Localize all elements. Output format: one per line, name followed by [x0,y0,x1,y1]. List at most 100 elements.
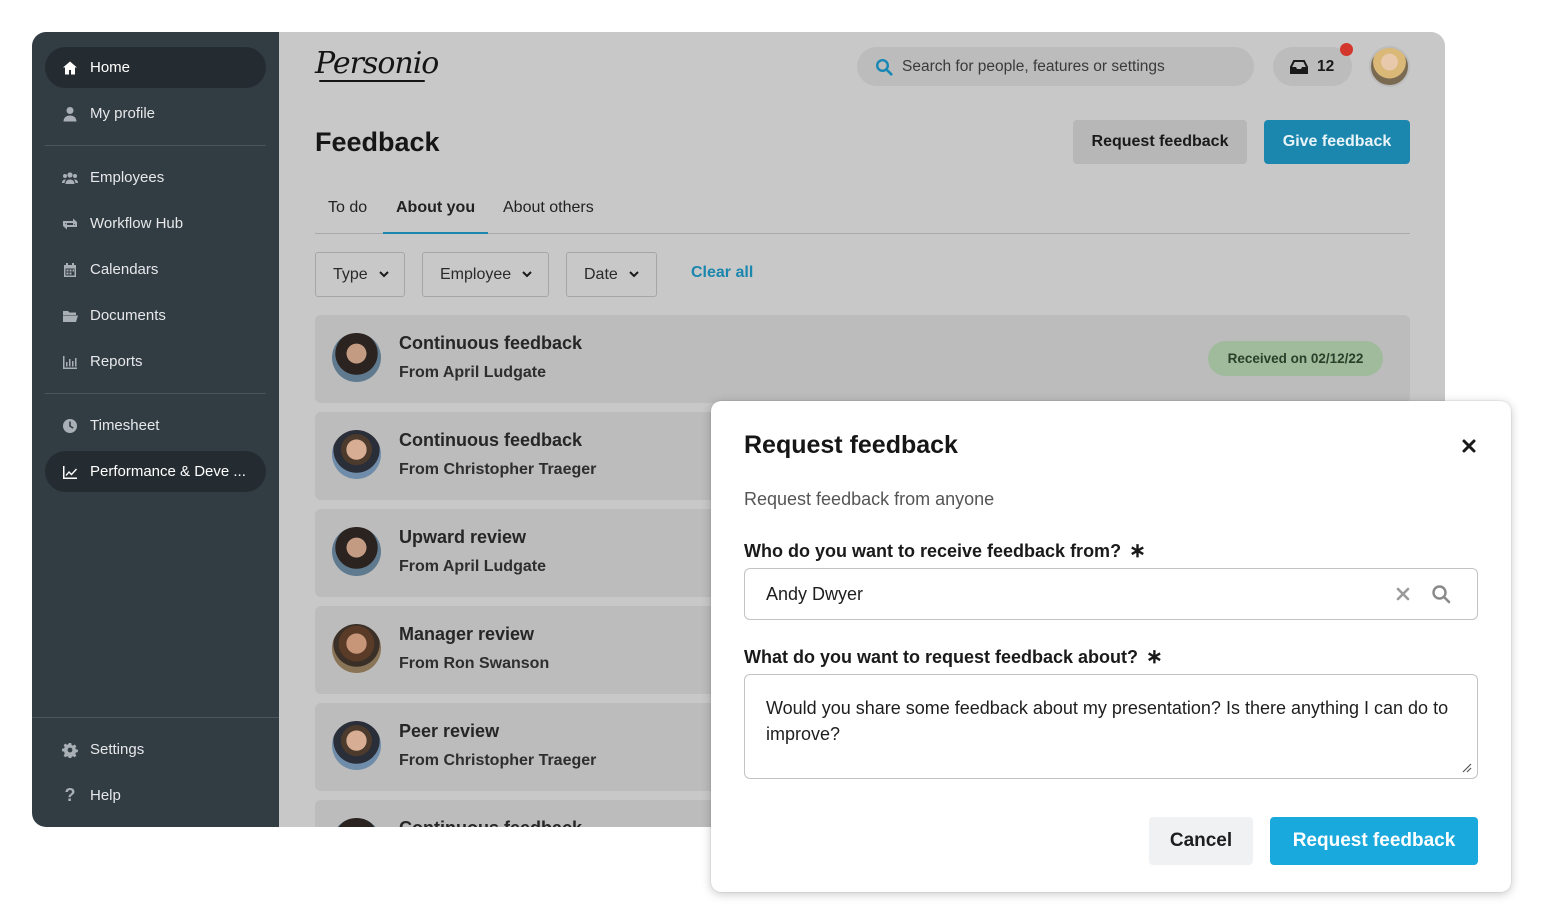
sidebar-item-label: Employees [90,169,165,186]
feedback-title: Continuous feedback [399,818,582,827]
clear-all-link[interactable]: Clear all [691,264,753,282]
inbox-count: 12 [1317,57,1335,75]
chevron-down-icon [378,271,389,278]
feedback-from: From Christopher Traeger [399,752,597,769]
inbox-icon [1290,59,1308,74]
feedback-title: Continuous feedback [399,333,583,353]
request-feedback-button[interactable]: Request feedback [1073,120,1247,164]
sidebar: Home My profile Employees Workflow Hub C… [32,32,279,827]
search-placeholder: Search for people, features or settings [902,57,1165,75]
status-badge: Received on 02/12/22 [1208,341,1383,376]
sidebar-item-timesheet[interactable]: Timesheet [45,405,266,446]
sidebar-item-label: Performance & Deve ... [90,463,246,480]
submit-request-button[interactable]: Request feedback [1270,817,1478,865]
user-avatar[interactable] [1369,46,1410,87]
sidebar-divider [32,717,279,718]
sidebar-divider [45,393,266,394]
feedback-from: From April Ludgate [399,558,546,575]
feedback-card[interactable]: Continuous feedback From April Ludgate R… [315,315,1410,403]
question-icon: ? [64,785,76,805]
sidebar-item-label: Reports [90,353,143,370]
give-feedback-button[interactable]: Give feedback [1264,120,1410,164]
sidebar-item-workflow-hub[interactable]: Workflow Hub [45,203,266,244]
users-icon [61,169,79,187]
sidebar-item-label: Settings [90,741,145,758]
search-icon[interactable] [1431,584,1451,604]
sidebar-item-label: Home [90,59,131,76]
sidebar-item-home[interactable]: Home [45,47,266,88]
workflow-icon [61,215,79,233]
tab-about-others[interactable]: About others [503,199,594,233]
search-input[interactable]: Search for people, features or settings [857,47,1254,86]
avatar [332,721,381,770]
sidebar-item-label: Calendars [90,261,159,278]
sidebar-item-reports[interactable]: Reports [45,341,266,382]
who-label-text: Who do you want to receive feedback from… [744,541,1122,561]
logo[interactable]: Personio [315,46,439,81]
clock-icon [61,417,79,435]
who-label: Who do you want to receive feedback from… [744,538,1146,563]
sidebar-item-performance[interactable]: Performance & Deve ... [45,451,266,492]
feedback-from: From Ron Swanson [399,655,550,672]
chevron-down-icon [522,271,532,278]
required-mark: ∗ [1146,646,1163,668]
search-icon [875,58,893,76]
filter-type[interactable]: Type [315,252,405,297]
clear-icon[interactable] [1394,585,1412,603]
sidebar-item-employees[interactable]: Employees [45,157,266,198]
home-icon [61,59,79,77]
user-icon [61,105,79,123]
recipient-value: Andy Dwyer [766,583,864,604]
sidebar-item-label: Workflow Hub [90,215,184,232]
filter-employee[interactable]: Employee [422,252,549,297]
about-label: What do you want to request feedback abo… [744,644,1163,669]
filter-label: Date [584,265,618,283]
sidebar-item-my-profile[interactable]: My profile [45,93,266,134]
feedback-title: Upward review [399,527,527,547]
avatar [332,333,381,382]
recipient-field[interactable]: Andy Dwyer [744,568,1478,620]
request-feedback-modal: Request feedback Request feedback from a… [711,401,1511,892]
sidebar-item-label: Help [90,787,121,804]
avatar [332,818,381,827]
sidebar-item-settings[interactable]: Settings [45,729,266,770]
modal-title: Request feedback [744,431,958,459]
feedback-from: From Christopher Traeger [399,461,597,478]
cancel-button[interactable]: Cancel [1149,817,1253,865]
avatar [332,527,381,576]
page-title: Feedback [315,127,440,157]
tab-bar: To do About you About others [315,192,1410,234]
sidebar-item-label: Documents [90,307,166,324]
folder-icon [61,307,79,325]
sidebar-item-documents[interactable]: Documents [45,295,266,336]
about-label-text: What do you want to request feedback abo… [744,647,1139,667]
resize-handle-icon[interactable] [1460,761,1472,773]
sidebar-divider [45,145,266,146]
gear-icon [61,741,79,759]
modal-subtitle: Request feedback from anyone [744,489,995,509]
feedback-topic-textarea[interactable]: Would you share some feedback about my p… [744,674,1478,779]
feedback-title: Manager review [399,624,535,644]
notification-dot [1340,43,1353,56]
sidebar-item-help[interactable]: ? Help [45,775,266,816]
textarea-value: Would you share some feedback about my p… [766,698,1449,744]
chevron-down-icon [629,271,639,278]
close-icon[interactable] [1459,436,1479,456]
feedback-title: Peer review [399,721,500,741]
feedback-from: From April Ludgate [399,364,546,381]
logo-underline [319,80,425,82]
trend-icon [61,463,79,481]
tab-about-you[interactable]: About you [383,199,489,234]
feedback-title: Continuous feedback [399,430,583,450]
sidebar-item-calendars[interactable]: Calendars [45,249,266,290]
filter-label: Type [333,265,368,283]
chart-icon [61,353,79,371]
avatar [332,430,381,479]
avatar [332,624,381,673]
tab-to-do[interactable]: To do [328,199,367,233]
sidebar-item-label: My profile [90,105,156,122]
filter-label: Employee [440,265,512,283]
filter-date[interactable]: Date [566,252,657,297]
required-mark: ∗ [1129,540,1146,562]
sidebar-item-label: Timesheet [90,417,160,434]
